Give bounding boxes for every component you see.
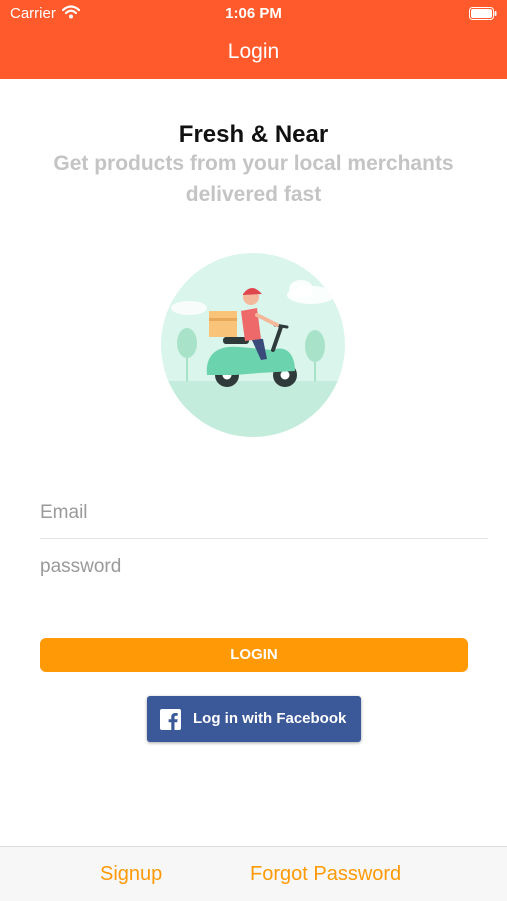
header: Carrier 1:06 PM Login xyxy=(0,0,507,79)
forgot-password-link[interactable]: Forgot Password xyxy=(250,847,401,901)
app-subtitle: Get products from your local merchants d… xyxy=(53,152,454,206)
password-field[interactable] xyxy=(40,547,488,587)
email-field[interactable] xyxy=(40,493,488,533)
app-title: Fresh & Near xyxy=(178,121,329,148)
footer-bar: Signup Forgot Password xyxy=(0,846,507,901)
login-button[interactable]: LOGIN xyxy=(40,638,468,672)
battery-icon xyxy=(469,7,497,20)
delivery-scooter-illustration xyxy=(161,253,345,437)
status-time: 1:06 PM xyxy=(225,5,282,22)
facebook-login-button[interactable]: Log in with Facebook xyxy=(147,696,361,742)
status-bar: Carrier 1:06 PM xyxy=(0,0,507,28)
facebook-icon xyxy=(160,709,181,730)
signup-link[interactable]: Signup xyxy=(100,847,162,901)
email-divider xyxy=(40,538,488,539)
facebook-login-label: Log in with Facebook xyxy=(193,710,347,727)
nav-title: Login xyxy=(227,40,280,63)
